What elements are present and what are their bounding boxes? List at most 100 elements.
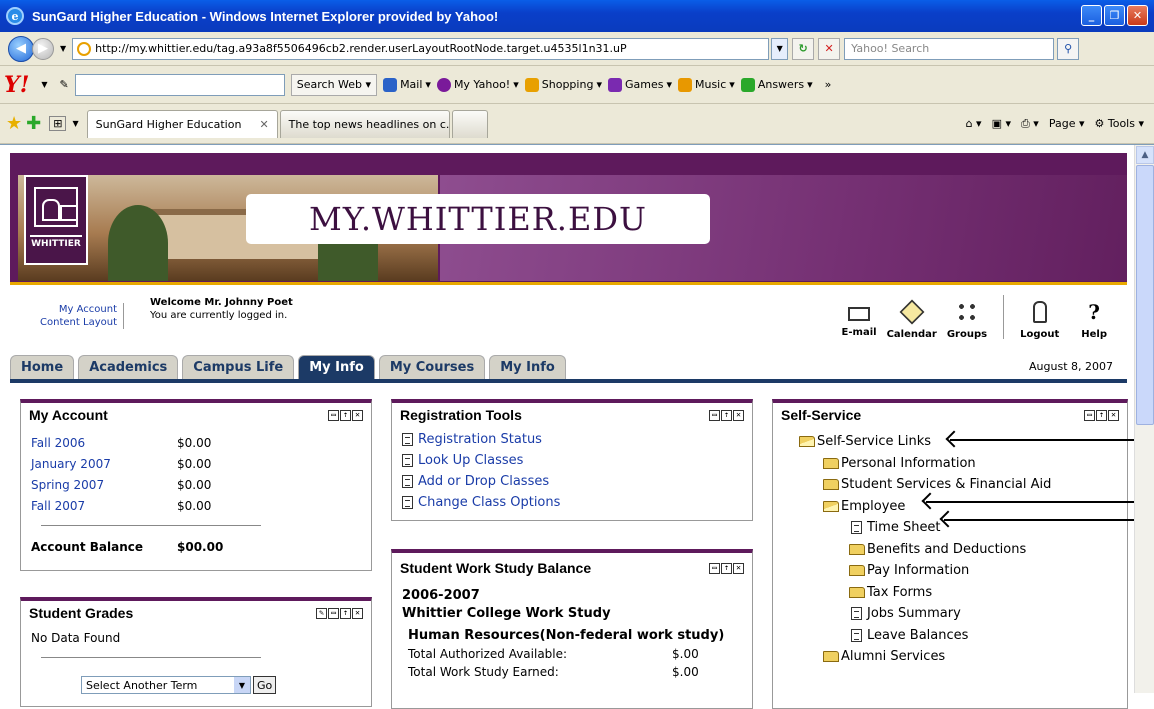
term-select-value: Select Another Term	[86, 678, 198, 692]
search-input[interactable]: Yahoo! Search	[844, 37, 1055, 60]
browser-tab-news[interactable]: The top news headlines on c...	[279, 109, 450, 138]
forward-button[interactable]: ▶	[32, 37, 54, 60]
print-icon[interactable]: ⎙ ▾	[1021, 117, 1039, 131]
search-web-button[interactable]: Search Web ▾	[290, 73, 378, 96]
window-title-bar: e SunGard Higher Education - Windows Int…	[0, 0, 1154, 32]
tree-item-label: Jobs Summary	[867, 606, 961, 621]
tree-item-leave-balances[interactable]: Leave Balances	[783, 625, 1117, 647]
tab-my-info[interactable]: My Info	[489, 355, 566, 379]
maximize-portlet-icon[interactable]: ⇡	[721, 409, 732, 421]
tree-item-jobs-summary[interactable]: Jobs Summary	[783, 603, 1117, 625]
remove-portlet-icon[interactable]: ✕	[733, 562, 744, 574]
tab-campus-life[interactable]: Campus Life	[182, 355, 295, 379]
close-window-button[interactable]: ✕	[1127, 5, 1148, 26]
term-select[interactable]: Select Another Term ▼	[81, 676, 251, 694]
term-link[interactable]: January 2007	[31, 454, 177, 475]
look-up-classes-link[interactable]: Look Up Classes	[418, 450, 523, 471]
tab-list-dropdown-icon[interactable]: ▼	[72, 119, 78, 128]
stop-button[interactable]: ✕	[818, 37, 841, 60]
new-tab-button[interactable]	[451, 109, 488, 138]
close-tab-icon[interactable]: ✕	[259, 118, 268, 131]
yahoo-link-games[interactable]: Games ▾	[607, 77, 672, 92]
content-layout-link[interactable]: Content Layout	[10, 316, 117, 329]
maximize-portlet-icon[interactable]: ⇡	[340, 409, 351, 421]
calendar-tool[interactable]: Calendar	[887, 295, 937, 340]
scroll-up-button[interactable]: ▲	[1136, 146, 1154, 164]
tree-item-personal-information[interactable]: Personal Information	[783, 453, 1117, 475]
tree-item-label: Personal Information	[841, 455, 976, 471]
toolbar-overflow-icon[interactable]: »	[825, 78, 832, 91]
pencil-icon[interactable]: ✎	[60, 78, 69, 91]
groups-tool[interactable]: Groups	[947, 295, 987, 340]
my-account-link[interactable]: My Account	[10, 303, 117, 316]
refresh-button[interactable]: ↻	[792, 37, 815, 60]
edit-portlet-icon[interactable]: ✎	[316, 607, 327, 619]
help-tool[interactable]: ? Help	[1081, 295, 1107, 340]
account-bar: My Account Content Layout Welcome Mr. Jo…	[10, 295, 1127, 355]
registration-status-link[interactable]: Registration Status	[418, 429, 542, 450]
minimize-portlet-icon[interactable]: ▭	[1084, 409, 1095, 421]
list-item: Registration Status	[402, 429, 742, 450]
yahoo-link-my-yahoo[interactable]: My Yahoo! ▾	[436, 77, 519, 92]
feeds-icon[interactable]: ▣ ▾	[992, 117, 1011, 130]
yahoo-link-answers[interactable]: Answers ▾	[740, 77, 813, 92]
yahoo-logo-icon[interactable]: Y!	[4, 72, 29, 98]
quick-tabs-icon[interactable]: ⊞	[49, 116, 67, 131]
tools-menu[interactable]: ⚙ Tools ▾	[1095, 117, 1145, 130]
yahoo-search-input[interactable]	[74, 73, 285, 96]
back-button[interactable]: ◀	[8, 35, 34, 62]
tab-academics[interactable]: Academics	[78, 355, 179, 379]
tree-item-student-services[interactable]: Student Services & Financial Aid	[783, 474, 1117, 496]
minimize-portlet-icon[interactable]: ▭	[709, 562, 720, 574]
history-dropdown-icon[interactable]: ▼	[60, 44, 66, 53]
minimize-button[interactable]: _	[1081, 5, 1102, 26]
term-link[interactable]: Spring 2007	[31, 475, 177, 496]
url-dropdown-button[interactable]: ▼	[771, 37, 789, 60]
yahoo-menu-dropdown-icon[interactable]: ▼	[41, 80, 47, 89]
annotation-arrow	[950, 439, 1134, 441]
tree-item-alumni-services[interactable]: Alumni Services	[783, 646, 1117, 668]
minimize-portlet-icon[interactable]: ▭	[709, 409, 720, 421]
maximize-portlet-icon[interactable]: ⇡	[721, 562, 732, 574]
url-field[interactable]: http://my.whittier.edu/tag.a93a8f5506496…	[72, 37, 770, 60]
scroll-thumb[interactable]	[1136, 165, 1154, 425]
search-go-button[interactable]: ⚲	[1057, 37, 1080, 60]
yahoo-link-shopping[interactable]: Shopping ▾	[524, 77, 602, 92]
maximize-portlet-icon[interactable]: ⇡	[1096, 409, 1107, 421]
tab-my-courses[interactable]: My Courses	[378, 355, 486, 379]
favorites-star-icon[interactable]: ★	[6, 113, 22, 134]
browser-tab-active[interactable]: SunGard Higher Education ✕	[86, 109, 278, 138]
tab-my-info-active[interactable]: My Info	[298, 355, 375, 379]
tab-home[interactable]: Home	[10, 355, 75, 379]
restore-button[interactable]: ❐	[1104, 5, 1125, 26]
annotation-arrow	[926, 501, 1134, 503]
document-icon	[402, 475, 413, 488]
vertical-scrollbar[interactable]: ▲	[1134, 145, 1154, 693]
remove-portlet-icon[interactable]: ✕	[352, 409, 363, 421]
add-drop-classes-link[interactable]: Add or Drop Classes	[418, 471, 549, 492]
document-icon	[851, 628, 862, 642]
go-button[interactable]: Go	[253, 676, 277, 694]
remove-portlet-icon[interactable]: ✕	[1108, 409, 1119, 421]
tree-item-benefits[interactable]: Benefits and Deductions	[783, 539, 1117, 561]
tree-item-pay-information[interactable]: Pay Information	[783, 560, 1117, 582]
page-menu[interactable]: Page ▾	[1049, 117, 1085, 130]
logout-tool[interactable]: Logout	[1020, 295, 1059, 340]
minimize-portlet-icon[interactable]: ▭	[328, 409, 339, 421]
document-icon	[851, 521, 862, 535]
whittier-logo[interactable]: WHITTIER	[24, 175, 88, 265]
email-tool[interactable]: E-mail	[842, 295, 877, 338]
maximize-portlet-icon[interactable]: ⇡	[340, 607, 351, 619]
yahoo-link-mail[interactable]: Mail ▾	[383, 77, 431, 92]
term-link[interactable]: Fall 2006	[31, 433, 177, 454]
tree-item-tax-forms[interactable]: Tax Forms	[783, 582, 1117, 604]
my-yahoo-icon	[436, 77, 451, 92]
add-favorites-icon[interactable]: ✚	[26, 113, 41, 134]
remove-portlet-icon[interactable]: ✕	[352, 607, 363, 619]
term-link[interactable]: Fall 2007	[31, 496, 177, 517]
change-class-options-link[interactable]: Change Class Options	[418, 492, 560, 513]
remove-portlet-icon[interactable]: ✕	[733, 409, 744, 421]
home-icon[interactable]: ⌂ ▾	[966, 117, 982, 130]
minimize-portlet-icon[interactable]: ▭	[328, 607, 339, 619]
yahoo-link-music[interactable]: Music ▾	[677, 77, 735, 92]
